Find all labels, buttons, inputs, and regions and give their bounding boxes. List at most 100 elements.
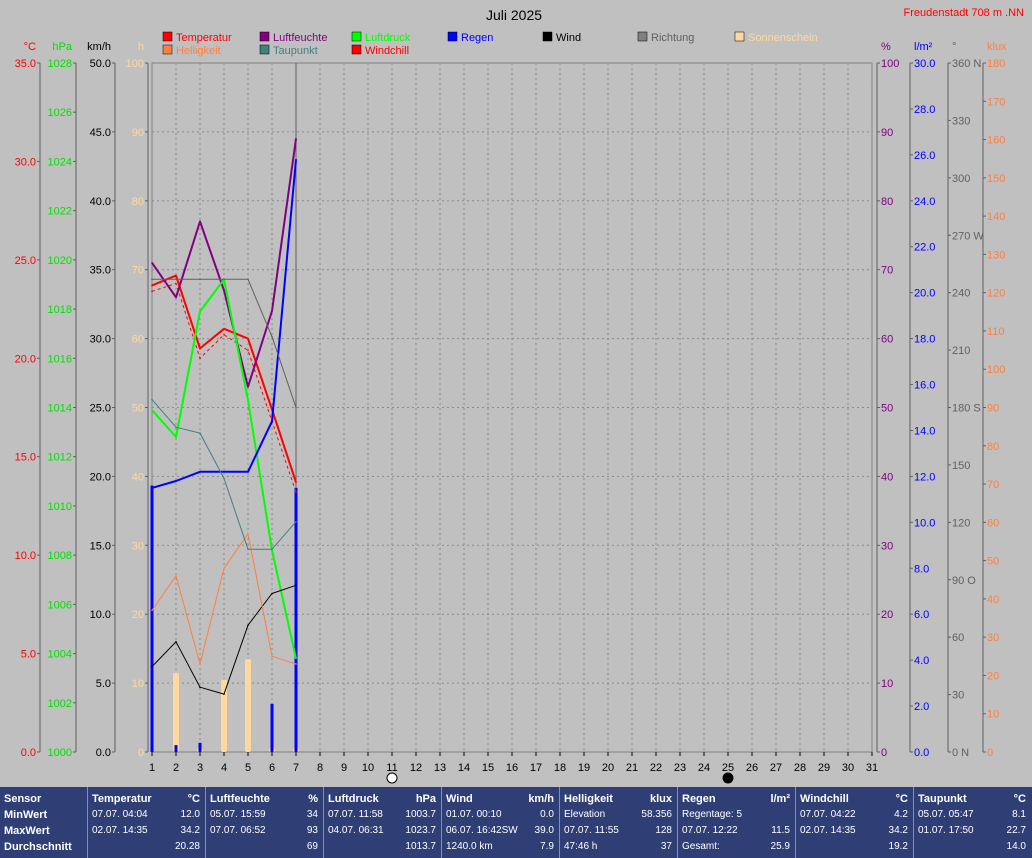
axis-tick-label-lux: 90 [987,403,999,415]
stats-dew-max: 22.7 [1006,825,1026,836]
stats-label-min: MinWert [4,809,48,821]
series-point [295,520,297,523]
series-point [199,686,201,689]
x-tick-label: 11 [386,762,397,774]
axis-tick-label-rain: 12.0 [914,471,935,483]
series-point [175,436,177,438]
axis-tick-label-lux: 10 [987,709,999,721]
stats-lux-head: Helligkeit [564,793,613,805]
stats-rain-head: Regen [682,793,716,805]
axis-pressure: hPa 1028 1026 1024 1022 1020 1018 1016 1014 1012 1… [48,41,77,759]
axis-tick-label-wind: 45.0 [90,127,111,139]
legend-label: Helligkeit [176,45,221,57]
series-point [247,399,249,401]
stats-lux-elevation-label: Elevation [564,809,606,820]
x-tick-label: 21 [626,762,638,774]
x-tick-label: 18 [554,762,566,774]
x-tick-label: 2 [173,762,179,774]
axis-tick-label-lux: 0 [987,747,993,759]
stats-dew-unit: °C [1013,793,1026,805]
stats-hum-max-time: 07.07. 06:52 [210,825,266,836]
series-point [247,337,249,340]
series-point [223,333,225,336]
x-tick-label: 20 [602,762,614,774]
axis-tick-label-humidity: 90 [881,127,893,139]
axis-tick-label-direction: 300 [952,173,970,185]
stats-rain-max-time: 07.07. 12:22 [682,825,738,836]
axis-tick-label-wind: 5.0 [96,678,111,690]
series-point [295,137,297,140]
stats-temp-unit: °C [187,793,200,805]
x-tick-label: 9 [341,762,347,774]
legend-label: Windchill [365,45,409,57]
stats-temp-max: 34.2 [180,825,200,836]
x-tick-label: 22 [650,762,662,774]
axis-tick-label-rain: 8.0 [914,563,929,575]
axis-tick-label-humidity: 80 [881,196,893,208]
axis-tick-label-temp: 25.0 [15,255,36,267]
axis-tick-label-sun: 30 [132,540,144,552]
axis-tick-label-rain: 4.0 [914,655,929,667]
series-point [199,357,201,360]
legend-label: Richtung [651,32,694,44]
x-tick-label: 3 [197,762,203,774]
series-point [223,327,225,330]
series-point [223,278,225,281]
axis-tick-label-pressure: 1026 [48,107,72,119]
axis-tick-label-rain: 30.0 [914,58,935,70]
series-point [271,310,273,312]
axis-tick-label-temp: 5.0 [21,649,36,661]
x-tick-label: 6 [269,762,275,774]
axis-tick-label-wind: 40.0 [90,196,111,208]
axis-tick-label-wind: 10.0 [90,609,111,621]
series-point [151,284,153,287]
axis-tick-label-rain: 26.0 [914,150,935,162]
legend-swatch [447,31,458,42]
series-point [151,409,153,411]
axis-tick-label-lux: 180 [987,58,1005,70]
x-tick-label: 28 [794,762,806,774]
axis-tick-label-lux: 130 [987,249,1005,261]
axis-tick-label-rain: 6.0 [914,609,929,621]
axis-tick-label-pressure: 1020 [48,255,72,267]
stats-chill-max-time: 02.07. 14:35 [800,825,856,836]
stats-pres-max-time: 04.07. 06:31 [328,825,384,836]
axis-tick-label-temp: 15.0 [15,452,36,464]
axis-tick-label-temp: 35.0 [15,58,36,70]
legend-swatch [162,44,173,55]
x-tick-label: 31 [866,762,878,774]
series-point [247,624,249,627]
stats-label-column: Sensor MinWert MaxWert Durchschnitt [0,787,86,858]
series-point [199,471,201,473]
axis-tick-label-direction: 150 [952,460,970,472]
stats-wind-max: 39.0 [534,825,554,836]
stats-lux-max-time: 07.07. 11:55 [564,825,619,836]
axis-tick-label-sun: 60 [132,334,144,346]
legend-label: Regen [461,32,493,44]
stats-hum-max: 93 [306,825,318,836]
axis-tick-label-wind: 0.0 [96,747,111,759]
legend-swatch [351,44,362,55]
stats-rain: Regen l/m² Regentage: 5 07.07. 12:22 11.5 … [677,787,794,858]
axis-tick-label-pressure: 1010 [48,501,72,513]
axis-tick-label-sun: 40 [132,471,144,483]
axis-tick-label-direction: 360 N [952,58,981,70]
stats-hum-min: 34 [306,809,318,820]
series-point [199,220,201,223]
axis-unit-humidity: % [881,41,891,53]
stats-pres-avg: 1013.7 [405,841,436,852]
moon-full-icon [386,772,398,784]
stats-label-sensor: Sensor [4,793,42,805]
stats-hum-min-time: 05.07. 15:59 [210,809,266,820]
axis-tick-label-pressure: 1004 [48,649,72,661]
series-point [295,663,297,665]
axis-tick-label-pressure: 1014 [48,403,72,415]
legend-label: Luftdruck [365,32,411,44]
x-tick-label: 26 [746,762,758,774]
legend-swatch [637,31,648,42]
axis-unit-direction: ° [952,41,956,53]
x-tick-label: 8 [317,762,323,774]
series-point [199,432,201,434]
axis-tick-label-rain: 22.0 [914,242,935,254]
legend-swatch [734,31,745,42]
